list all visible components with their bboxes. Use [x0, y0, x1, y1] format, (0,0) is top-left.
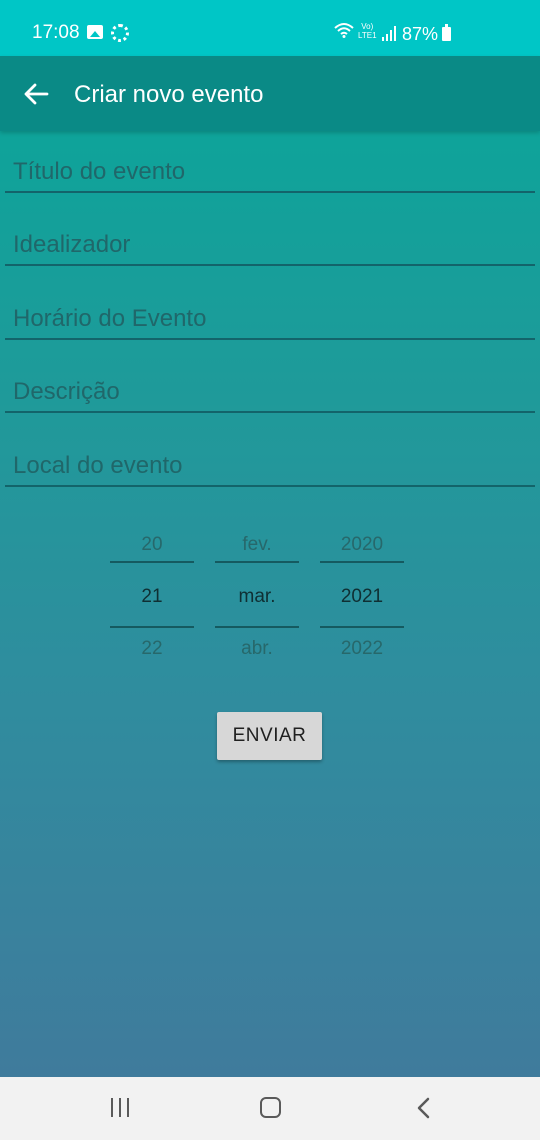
month-prev[interactable]: fev. — [215, 534, 299, 556]
signal-icon — [382, 26, 398, 41]
sync-notification-icon — [111, 24, 129, 42]
app-toolbar: Criar novo evento — [0, 56, 540, 131]
year-selected[interactable]: 2021 — [320, 586, 404, 608]
system-nav-bar — [0, 1077, 540, 1140]
battery-icon — [442, 24, 451, 41]
day-selected[interactable]: 21 — [110, 586, 194, 608]
gallery-notification-icon — [87, 25, 103, 39]
home-icon[interactable] — [260, 1097, 281, 1118]
wifi-icon — [334, 22, 354, 43]
status-time: 17:08 — [32, 22, 80, 43]
year-picker[interactable]: 2020 2021 2022 — [320, 528, 404, 664]
picker-divider — [215, 561, 299, 563]
submit-button[interactable]: ENVIAR — [217, 712, 322, 760]
description-input[interactable] — [5, 365, 535, 413]
event-time-input[interactable] — [5, 292, 535, 340]
day-next[interactable]: 22 — [110, 638, 194, 660]
event-title-input[interactable] — [5, 145, 535, 193]
year-next[interactable]: 2022 — [320, 638, 404, 660]
year-prev[interactable]: 2020 — [320, 534, 404, 556]
lte-indicator: Vo) LTE1 — [358, 22, 377, 40]
month-next[interactable]: abr. — [215, 638, 299, 660]
picker-divider — [215, 626, 299, 628]
lte-label: LTE1 — [358, 31, 377, 40]
volte-label: Vo) — [361, 22, 374, 31]
battery-percent: 87% — [402, 24, 439, 44]
picker-divider — [110, 626, 194, 628]
organizer-input[interactable] — [5, 218, 535, 266]
month-picker[interactable]: fev. mar. abr. — [215, 528, 299, 664]
picker-divider — [320, 561, 404, 563]
day-picker[interactable]: 20 21 22 — [110, 528, 194, 664]
month-selected[interactable]: mar. — [215, 586, 299, 608]
picker-divider — [110, 561, 194, 563]
day-prev[interactable]: 20 — [110, 534, 194, 556]
page-title: Criar novo evento — [74, 81, 264, 108]
arrow-left-icon[interactable] — [22, 80, 50, 108]
picker-divider — [320, 626, 404, 628]
status-bar: 17:08 Vo) LTE1 87% — [0, 0, 540, 56]
event-location-input[interactable] — [5, 439, 535, 487]
recent-apps-icon[interactable] — [109, 1098, 131, 1118]
back-icon[interactable] — [412, 1094, 436, 1122]
